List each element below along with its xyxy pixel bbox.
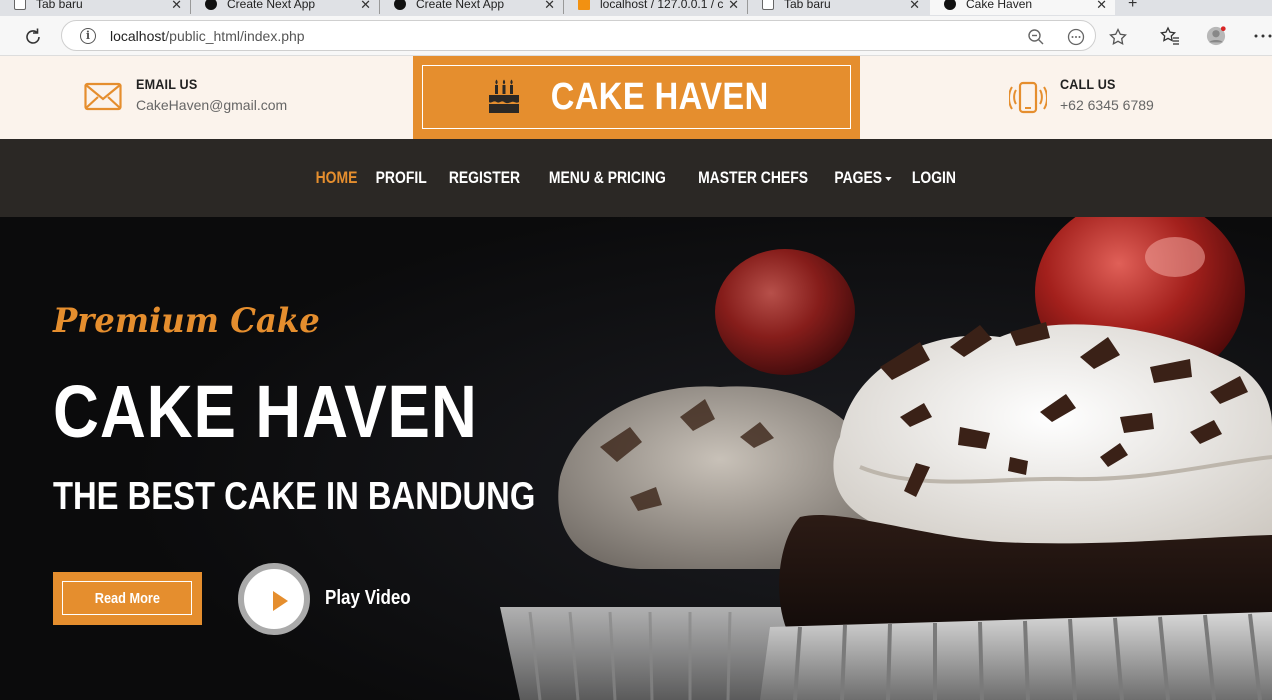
call-contact: CALL US +62 6345 6789 xyxy=(1009,76,1154,115)
close-icon[interactable]: ✕ xyxy=(171,0,182,13)
caret-down-icon xyxy=(885,176,893,181)
browser-tab[interactable]: Tab baru ✕ xyxy=(748,0,928,15)
read-more-button[interactable]: Read More xyxy=(53,572,202,625)
phone-icon xyxy=(1009,81,1047,114)
nav-pages-dropdown[interactable]: PAGES xyxy=(835,168,893,188)
reload-icon[interactable] xyxy=(22,26,44,48)
main-navbar: HOME PROFIL REGISTER MENU & PRICING MAST… xyxy=(0,139,1272,217)
browser-tab-strip: Tab baru ✕ Create Next App ✕ Create Next… xyxy=(0,0,1272,16)
browser-tab[interactable]: localhost / 127.0.0.1 / c ✕ xyxy=(564,0,747,15)
hero-subtitle: Premium Cake xyxy=(53,301,320,341)
reading-mode-icon[interactable] xyxy=(1067,28,1085,46)
nav-login[interactable]: LOGIN xyxy=(912,168,956,188)
nextjs-icon xyxy=(205,0,217,10)
tab-title: Create Next App xyxy=(416,0,505,11)
call-label: CALL US xyxy=(1060,76,1116,92)
url-path: /public_html/index.php xyxy=(165,28,305,44)
read-more-frame: Read More xyxy=(62,581,192,615)
nav-register[interactable]: REGISTER xyxy=(449,168,520,188)
url-host: localhost xyxy=(110,28,166,44)
plus-icon: + xyxy=(1128,0,1138,12)
email-value: CakeHaven@gmail.com xyxy=(136,97,288,113)
nav-pages-label: PAGES xyxy=(834,168,883,187)
close-icon[interactable]: ✕ xyxy=(728,0,739,13)
browser-tab[interactable]: Tab baru ✕ xyxy=(0,0,190,15)
nav-profil[interactable]: PROFIL xyxy=(376,168,427,188)
tab-title: Cake Haven xyxy=(966,0,1033,11)
close-icon[interactable]: ✕ xyxy=(360,0,371,13)
hero-title: CAKE HAVEN xyxy=(53,370,478,453)
play-video-button[interactable] xyxy=(238,563,310,635)
envelope-icon xyxy=(84,82,122,111)
browser-tab[interactable]: Create Next App ✕ xyxy=(191,0,379,15)
nav-menu-pricing[interactable]: MENU & PRICING xyxy=(549,168,666,188)
close-icon[interactable]: ✕ xyxy=(1096,0,1107,13)
brand-logo[interactable]: CAKE HAVEN xyxy=(413,56,860,139)
nav-master-chefs[interactable]: MASTER CHEFS xyxy=(698,168,808,188)
tab-title: Tab baru xyxy=(36,0,83,11)
read-more-label: Read More xyxy=(94,589,160,607)
favorite-star-icon[interactable] xyxy=(1109,28,1127,46)
nav-menu: HOME PROFIL REGISTER MENU & PRICING MAST… xyxy=(0,168,1272,188)
email-label: EMAIL US xyxy=(136,76,198,92)
browser-tab-active[interactable]: Cake Haven ✕ xyxy=(930,0,1115,15)
site-icon xyxy=(944,0,956,10)
tab-title: Tab baru xyxy=(784,0,831,11)
birthday-cake-icon xyxy=(488,79,519,113)
close-icon[interactable]: ✕ xyxy=(544,0,555,13)
tab-title: Create Next App xyxy=(227,0,316,11)
site-info-icon[interactable]: i xyxy=(80,28,96,44)
url-field[interactable]: i localhost/public_html/index.php xyxy=(61,20,1127,51)
new-tab-button[interactable]: + xyxy=(1120,0,1150,15)
play-icon xyxy=(273,591,288,611)
favorites-icon[interactable] xyxy=(1160,26,1180,46)
play-video-label[interactable]: Play Video xyxy=(325,587,411,610)
more-options-icon[interactable] xyxy=(1253,26,1272,46)
hero-cupcake-image xyxy=(0,217,1272,700)
url-text[interactable]: localhost/public_html/index.php xyxy=(110,28,305,44)
nav-home[interactable]: HOME xyxy=(316,168,358,188)
hero-tagline: THE BEST CAKE IN BANDUNG xyxy=(53,475,536,518)
zoom-out-icon[interactable] xyxy=(1027,28,1045,46)
brand-name: CAKE HAVEN xyxy=(550,75,769,118)
nextjs-icon xyxy=(394,0,406,10)
new-tab-page-icon xyxy=(14,0,26,10)
new-tab-page-icon xyxy=(762,0,774,10)
address-bar: i localhost/public_html/index.php xyxy=(0,16,1272,56)
phpmyadmin-icon xyxy=(578,0,590,10)
hero-section: Premium Cake CAKE HAVEN THE BEST CAKE IN… xyxy=(0,217,1272,700)
call-value: +62 6345 6789 xyxy=(1060,97,1154,113)
tab-title: localhost / 127.0.0.1 / c xyxy=(600,0,724,11)
brand-frame: CAKE HAVEN xyxy=(422,65,851,129)
email-contact: EMAIL US CakeHaven@gmail.com xyxy=(84,76,287,113)
browser-tab[interactable]: Create Next App ✕ xyxy=(380,0,563,15)
close-icon[interactable]: ✕ xyxy=(909,0,920,13)
profile-avatar-icon[interactable] xyxy=(1206,26,1226,46)
